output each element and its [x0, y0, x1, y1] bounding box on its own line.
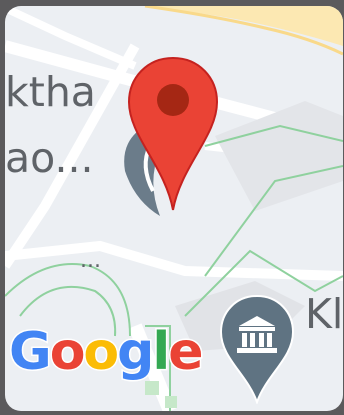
map-view[interactable]: ktha ao... ... Kl Google [5, 6, 343, 411]
logo-letter: o [48, 322, 87, 382]
logo-letter: G [8, 322, 54, 382]
museum-icon[interactable] [217, 294, 297, 404]
logo-letter: g [116, 322, 156, 382]
google-logo: Google [8, 325, 206, 380]
logo-letter: l [151, 322, 172, 382]
place-label-line2[interactable]: ao... [5, 138, 94, 179]
location-pin-icon[interactable] [125, 56, 221, 212]
logo-letter: e [167, 322, 205, 382]
park-patch [145, 381, 159, 395]
park-patch [165, 396, 177, 408]
poi-label[interactable]: Kl [305, 294, 343, 335]
highway [145, 6, 343, 46]
truncated-label: ... [80, 248, 101, 273]
building [215, 101, 343, 211]
road [5, 240, 343, 281]
logo-letter: o [82, 322, 121, 382]
place-label-line1[interactable]: ktha [5, 72, 96, 113]
